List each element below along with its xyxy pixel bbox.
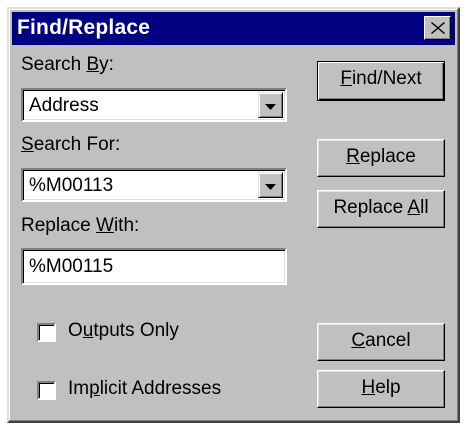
chevron-down-icon [265,104,276,110]
search-for-dropdown-button[interactable] [258,172,283,198]
close-icon [431,22,445,34]
outputs-only-checkbox[interactable] [37,323,56,342]
search-for-dropdown[interactable]: %M00113 [21,168,287,202]
implicit-addresses-label[interactable]: Implicit Addresses [68,378,221,400]
search-by-dropdown[interactable]: Address [21,88,287,122]
search-by-value: Address [29,95,99,116]
search-for-label: Search For: [21,134,121,155]
close-button[interactable] [424,16,451,40]
replace-with-value: %M00115 [29,256,114,277]
replace-with-input[interactable]: %M00115 [21,248,287,285]
search-by-label: Search By: [21,54,114,75]
outputs-only-label[interactable]: Outputs Only [68,320,179,342]
cancel-button[interactable]: Cancel [317,323,445,361]
find-replace-dialog: Find/Replace Search By: Address Search F… [7,7,460,423]
find-next-button[interactable]: Find/Next [317,61,445,101]
dialog-title: Find/Replace [17,16,151,39]
replace-all-button[interactable]: Replace All [317,190,445,228]
search-for-value: %M00113 [29,175,114,196]
replace-with-label: Replace With: [21,215,140,236]
replace-button[interactable]: Replace [317,139,445,177]
chevron-down-icon [265,184,276,190]
implicit-addresses-checkbox[interactable] [37,381,56,400]
help-button[interactable]: Help [317,370,445,408]
title-bar[interactable]: Find/Replace [12,12,455,45]
search-by-dropdown-button[interactable] [258,92,283,118]
